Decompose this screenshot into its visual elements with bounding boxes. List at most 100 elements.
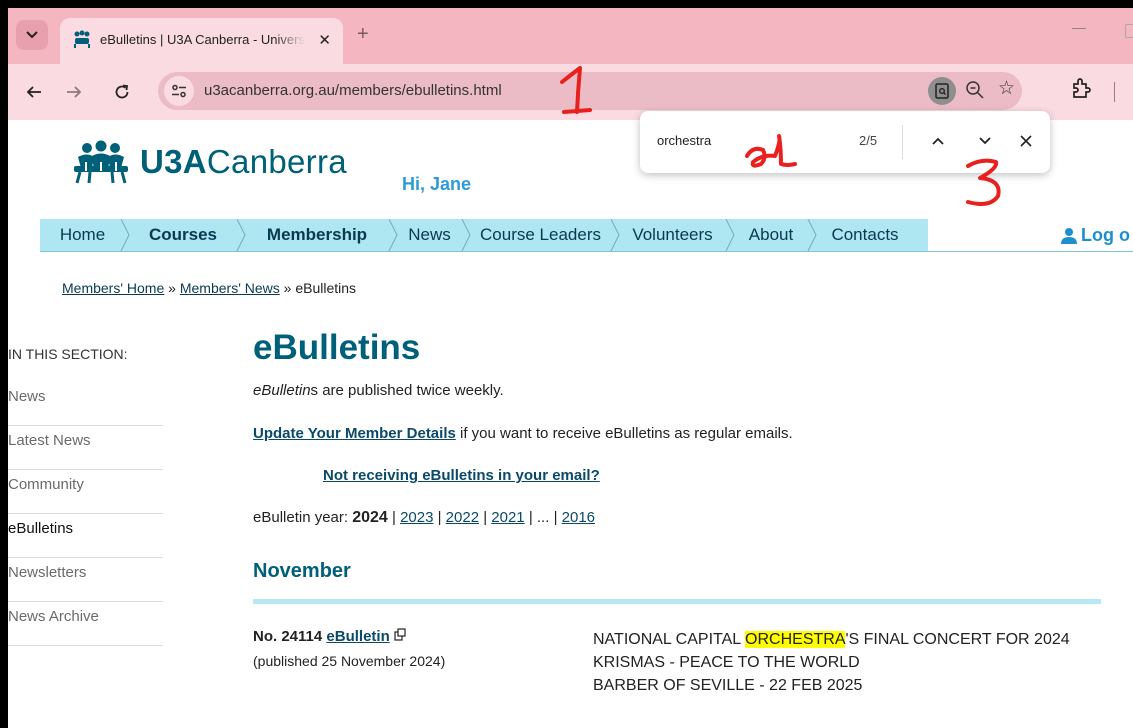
- nav-item-volunteers[interactable]: Volunteers: [615, 219, 735, 251]
- tab-title: eBulletins | U3A Canberra - University: [100, 32, 305, 47]
- annotation-number-1: 1: [558, 66, 592, 114]
- annotation-number-2: 2: [741, 134, 797, 168]
- section-sidebar: IN THIS SECTION: News Latest News Communit…: [8, 346, 163, 646]
- year-link-2016[interactable]: 2016: [562, 509, 595, 526]
- bulletin-item: KRISMAS - PEACE TO THE WORLD: [593, 654, 860, 671]
- nav-item-news[interactable]: News: [393, 219, 471, 251]
- document-search-icon: [935, 83, 949, 99]
- nav-item-label: Volunteers: [632, 225, 713, 244]
- update-member-details-link[interactable]: Update Your Member Details: [253, 425, 456, 442]
- site-name: U3ACanberra: [140, 143, 347, 180]
- chevron-up-icon: [932, 137, 944, 145]
- nav-item-home[interactable]: Home: [40, 219, 130, 251]
- sidebar-item-news-archive[interactable]: News Archive: [8, 602, 163, 646]
- tab-search-button[interactable]: [16, 20, 48, 50]
- find-divider: [902, 125, 903, 159]
- external-window-icon[interactable]: [394, 628, 406, 641]
- reload-button[interactable]: [106, 76, 138, 108]
- breadcrumb-members-news[interactable]: Members' News: [180, 280, 280, 296]
- bulletin-published-date: (published 25 November 2024): [253, 653, 446, 669]
- chevron-down-icon: [979, 137, 991, 145]
- nav-item-course-leaders[interactable]: Course Leaders: [466, 219, 620, 251]
- close-icon: [1020, 135, 1032, 147]
- not-receiving-link[interactable]: Not receiving eBulletins in your email?: [323, 467, 600, 484]
- breadcrumb-current: eBulletins: [295, 280, 357, 296]
- month-heading: November: [253, 560, 351, 582]
- bulletin-item: BARBER OF SEVILLE - 22 FEB 2025: [593, 677, 863, 694]
- login-link[interactable]: Log o: [1060, 225, 1130, 246]
- login-label: Log o: [1081, 225, 1130, 245]
- breadcrumb-members-home[interactable]: Members' Home: [62, 280, 164, 296]
- sidebar-item-newsletters[interactable]: Newsletters: [8, 558, 163, 602]
- nav-item-about[interactable]: About: [730, 219, 817, 251]
- nav-item-contacts[interactable]: Contacts: [812, 219, 918, 251]
- month-divider: [253, 599, 1101, 604]
- reading-mode-button[interactable]: [928, 77, 956, 105]
- year-link-2021[interactable]: 2021: [491, 509, 524, 526]
- user-greeting: Hi, Jane: [402, 174, 472, 194]
- nav-item-membership[interactable]: Membership: [241, 219, 398, 251]
- find-match-count: 2/5: [859, 133, 878, 148]
- new-tab-button[interactable]: +: [357, 23, 369, 46]
- breadcrumb: Members' Home » Members' News » eBulleti…: [62, 280, 356, 296]
- browser-tab[interactable]: eBulletins | U3A Canberra - University ✕: [60, 18, 343, 64]
- find-next-button[interactable]: [973, 129, 997, 153]
- chevron-down-icon: [26, 31, 38, 39]
- sidebar-item-community[interactable]: Community: [8, 470, 163, 514]
- sidebar-item-latest-news[interactable]: Latest News: [8, 426, 163, 470]
- nav-item-label: Courses: [148, 225, 218, 244]
- nav-item-label: Home: [59, 225, 106, 244]
- forward-arrow-icon: [67, 86, 82, 98]
- tune-icon: [172, 84, 186, 98]
- bulletin-number: No. 24114 eBulletin: [253, 628, 406, 645]
- breadcrumb-separator: »: [283, 280, 292, 296]
- svg-text:2: 2: [741, 134, 742, 135]
- sidebar-heading: IN THIS SECTION:: [8, 346, 128, 362]
- maximize-icon[interactable]: [1125, 24, 1133, 38]
- annotation-label: 1: [558, 66, 559, 67]
- toolbar-divider: [1114, 82, 1115, 102]
- extensions-puzzle-icon[interactable]: [1071, 78, 1091, 100]
- main-content: eBulletins eBulletins are published twic…: [253, 324, 1113, 694]
- u3a-favicon-icon: [74, 30, 90, 48]
- year-link-2023[interactable]: 2023: [400, 509, 433, 526]
- find-previous-button[interactable]: [926, 129, 950, 153]
- find-close-button[interactable]: [1014, 129, 1038, 153]
- forward-button[interactable]: [58, 76, 90, 108]
- bulletin-items: NATIONAL CAPITAL ORCHESTRA'S FINAL CONCE…: [593, 628, 1093, 697]
- svg-text:3: 3: [962, 156, 963, 157]
- bookmark-star-icon[interactable]: ☆: [998, 77, 1015, 100]
- nav-underline: [40, 251, 1133, 252]
- current-year: 2024: [352, 509, 388, 526]
- breadcrumb-separator: »: [168, 280, 176, 296]
- back-button[interactable]: [18, 76, 50, 108]
- sidebar-item-news[interactable]: News: [8, 382, 163, 426]
- main-nav: Home Courses Membership News Course Leaders V…: [40, 219, 928, 251]
- not-receiving-text: Not receiving eBulletins in your email?: [323, 467, 600, 484]
- nav-item-label: Contacts: [831, 225, 899, 244]
- browser-window: eBulletins | U3A Canberra - University ✕…: [8, 8, 1133, 728]
- find-input[interactable]: orchestra: [657, 133, 711, 148]
- minimize-icon[interactable]: [1072, 28, 1086, 29]
- nav-item-label: Membership: [266, 225, 368, 244]
- page-title: eBulletins: [253, 328, 421, 367]
- year-selector: eBulletin year: 2024 | 2023 | 2022 | 202…: [253, 509, 596, 526]
- site-info-button[interactable]: [164, 76, 194, 106]
- u3a-people-logo-icon: [74, 140, 128, 184]
- nav-item-label: Course Leaders: [480, 225, 601, 244]
- intro-text: eBulletins are published twice weekly.: [253, 382, 504, 399]
- sidebar-item-ebulletins[interactable]: eBulletins: [8, 514, 163, 558]
- user-icon: [1061, 227, 1077, 244]
- year-link-2022[interactable]: 2022: [446, 509, 479, 526]
- site-logo[interactable]: U3ACanberra: [72, 140, 347, 184]
- nav-item-courses[interactable]: Courses: [125, 219, 246, 251]
- zoom-icon[interactable]: [964, 79, 986, 101]
- ebulletin-link[interactable]: eBulletin: [326, 628, 389, 645]
- annotation-number-3: 3: [962, 156, 1001, 206]
- back-arrow-icon: [26, 86, 41, 98]
- reload-icon: [115, 84, 129, 99]
- url-text[interactable]: u3acanberra.org.au/members/ebulletins.ht…: [204, 82, 502, 99]
- update-details-text: Update Your Member Details if you want t…: [253, 425, 793, 442]
- tab-close-icon[interactable]: ✕: [318, 31, 331, 49]
- bulletin-item: NATIONAL CAPITAL ORCHESTRA'S FINAL CONCE…: [593, 631, 1070, 648]
